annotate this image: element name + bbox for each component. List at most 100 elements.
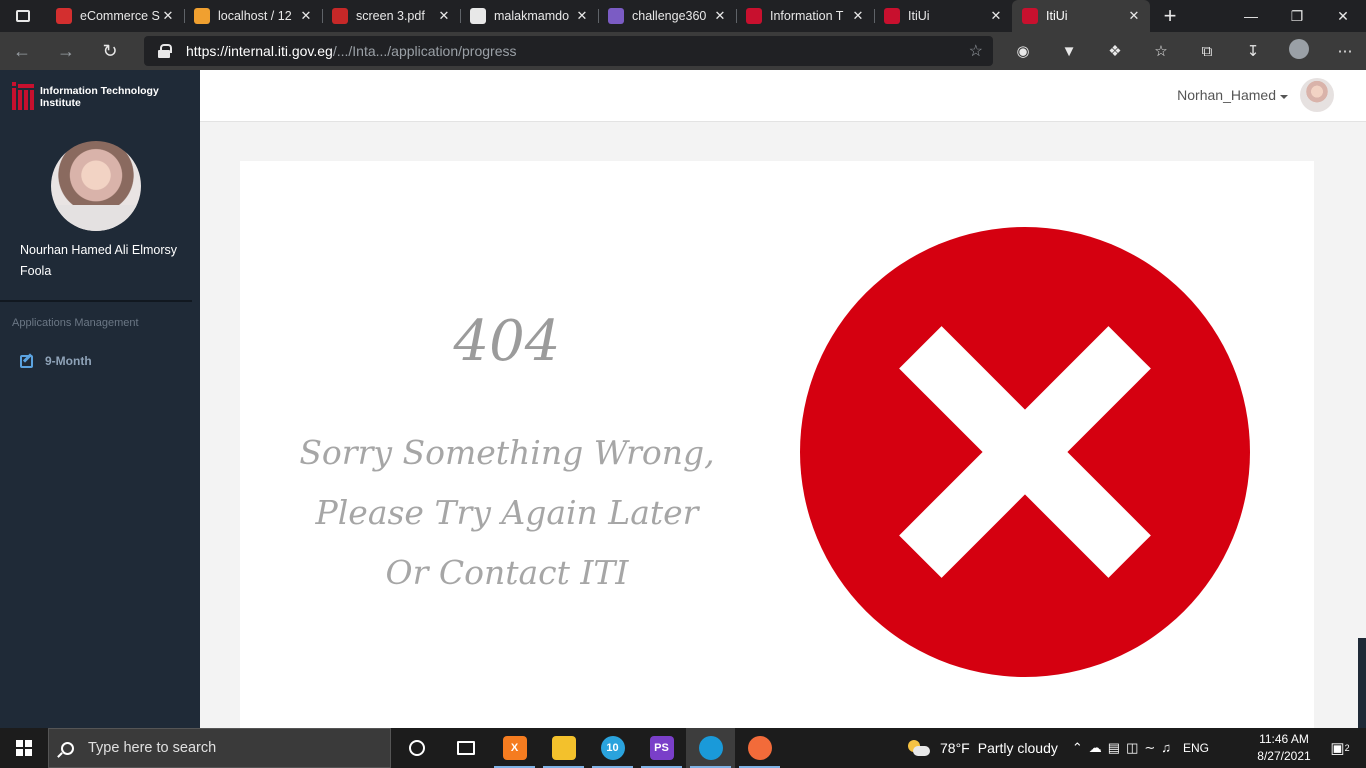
- close-tab-icon[interactable]: ✕: [988, 8, 1004, 24]
- favorites-icon[interactable]: ☆: [1138, 42, 1184, 60]
- browser-tab[interactable]: eCommerce S ✕: [46, 0, 184, 32]
- browser-tab[interactable]: ItiUi ✕: [874, 0, 1012, 32]
- header-avatar[interactable]: [1300, 78, 1334, 112]
- back-icon[interactable]: ←: [0, 41, 44, 62]
- taskbar-app[interactable]: [539, 728, 588, 768]
- iti-logo-icon: [10, 80, 36, 114]
- settings-more-icon[interactable]: ⋯: [1322, 42, 1366, 60]
- tab-title: ItiUi: [1046, 9, 1068, 23]
- taskbar-app[interactable]: PS: [637, 728, 686, 768]
- browser-tab[interactable]: localhost / 12 ✕: [184, 0, 322, 32]
- window-controls: — ❐ ✕: [1228, 0, 1366, 32]
- taskbar-app[interactable]: [392, 728, 441, 768]
- close-tab-icon[interactable]: ✕: [436, 8, 452, 24]
- add-favorite-icon[interactable]: ☆: [969, 41, 983, 61]
- tab-actions-icon: [16, 10, 30, 22]
- tab-title: localhost / 12: [218, 9, 292, 23]
- scrollbar[interactable]: [1358, 122, 1366, 728]
- error-card: 404 Sorry Something Wrong, Please Try Ag…: [240, 161, 1314, 728]
- close-tab-icon[interactable]: ✕: [574, 8, 590, 24]
- collections-icon[interactable]: ⧉: [1184, 43, 1230, 60]
- app-header: Norhan_Hamed: [200, 70, 1366, 122]
- caret-down-icon: [1280, 95, 1288, 99]
- tab-title: screen 3.pdf: [356, 9, 425, 23]
- tab-title: malakmamdo: [494, 9, 570, 23]
- taskbar-app[interactable]: [735, 728, 784, 768]
- tab-title: eCommerce S: [80, 9, 160, 23]
- address-bar[interactable]: https://internal.iti.gov.eg /.../Inta...…: [144, 36, 993, 66]
- sidebar-section-title: Applications Management: [12, 317, 139, 329]
- taskbar-app[interactable]: [686, 728, 735, 768]
- scrollbar-thumb[interactable]: [1358, 638, 1366, 728]
- minimize-icon[interactable]: —: [1228, 0, 1274, 32]
- brand-name: Information Technology Institute: [40, 85, 159, 109]
- partly-cloudy-icon[interactable]: [908, 740, 930, 756]
- browser-tab[interactable]: screen 3.pdf ✕: [322, 0, 460, 32]
- profile-icon[interactable]: [1276, 39, 1322, 63]
- taskbar-app[interactable]: X: [490, 728, 539, 768]
- iti-icon: [746, 8, 762, 24]
- clock[interactable]: 11:46 AM 8/27/2021: [1254, 731, 1314, 765]
- browser-tab[interactable]: ItiUi ✕: [1012, 0, 1150, 32]
- reload-icon[interactable]: ↻: [88, 41, 132, 62]
- youtube-icon: [56, 8, 72, 24]
- url-path: /.../Inta.../application/progress: [332, 43, 517, 59]
- url-host: https://internal.iti.gov.eg: [186, 43, 333, 59]
- telegram-icon: 10: [600, 736, 625, 760]
- system-tray: 78°F Partly cloudy ⌃☁▤◫∼♫ ENG: [908, 728, 1209, 768]
- browser-extensions: ◉ ▼ ❖ ☆ ⧉ ↧ ⋯: [1000, 32, 1366, 70]
- language-indicator[interactable]: ENG: [1183, 741, 1209, 755]
- edit-icon: [20, 354, 33, 368]
- avatar: [51, 141, 141, 231]
- close-tab-icon[interactable]: ✕: [712, 8, 728, 24]
- start-button[interactable]: [0, 728, 48, 768]
- extensions-puzzle-icon[interactable]: ❖: [1092, 42, 1138, 60]
- weather-desc[interactable]: Partly cloudy: [978, 740, 1058, 756]
- tab-title: challenge360: [632, 9, 707, 23]
- sidebar-divider: [0, 300, 192, 302]
- task-view-icon: [408, 740, 425, 756]
- user-menu[interactable]: Norhan_Hamed: [1177, 78, 1334, 112]
- taskbar-search-input[interactable]: [88, 740, 348, 756]
- browser-tab[interactable]: challenge360 ✕: [598, 0, 736, 32]
- notifications-icon[interactable]: ▣ 2: [1322, 728, 1358, 768]
- lock-icon[interactable]: [158, 44, 172, 58]
- taskbar-app[interactable]: [441, 728, 490, 768]
- browser-tab-strip: eCommerce S ✕ localhost / 12 ✕ screen 3.pdf ✕…: [0, 0, 1366, 32]
- browser-toolbar: ← → ↻ https://internal.iti.gov.eg /.../I…: [0, 32, 1366, 70]
- extension-record-icon[interactable]: ◉: [1000, 42, 1046, 60]
- browser-tab[interactable]: malakmamdo ✕: [460, 0, 598, 32]
- close-tab-icon[interactable]: ✕: [1126, 8, 1142, 24]
- iti-icon: [1022, 8, 1038, 24]
- notification-count: 2: [1344, 743, 1350, 753]
- taskbar-icon: [456, 741, 475, 755]
- tray-icons[interactable]: ⌃☁▤◫∼♫: [1072, 740, 1177, 756]
- brand-line-2: Institute: [40, 97, 81, 109]
- error-message: Sorry Something Wrong, Please Try Again …: [299, 433, 715, 592]
- tab-actions-button[interactable]: [0, 0, 46, 32]
- phpstorm-icon: PS: [649, 736, 674, 760]
- new-tab-button[interactable]: +: [1150, 0, 1190, 32]
- downloads-icon[interactable]: ↧: [1230, 42, 1276, 60]
- postman-icon: [747, 736, 772, 760]
- clock-date: 8/27/2021: [1257, 749, 1311, 763]
- pdf-icon: [332, 8, 348, 24]
- weather-temp[interactable]: 78°F: [940, 740, 970, 756]
- taskbar-apps: X 10 PS: [392, 728, 784, 768]
- close-tab-icon[interactable]: ✕: [850, 8, 866, 24]
- close-icon[interactable]: ✕: [1320, 0, 1366, 32]
- edge-icon: [698, 736, 723, 760]
- brand-line-1: Information Technology: [40, 85, 159, 97]
- close-tab-icon[interactable]: ✕: [160, 8, 176, 24]
- extension-vue-icon[interactable]: ▼: [1046, 43, 1092, 60]
- taskbar-app[interactable]: 10: [588, 728, 637, 768]
- username: Norhan_Hamed: [1177, 87, 1276, 103]
- close-tab-icon[interactable]: ✕: [298, 8, 314, 24]
- forward-icon[interactable]: →: [44, 41, 88, 62]
- sidebar-item-label: 9-Month: [45, 354, 92, 368]
- taskbar-search[interactable]: [48, 728, 391, 768]
- restore-icon[interactable]: ❐: [1274, 0, 1320, 32]
- sidebar-item-9-month[interactable]: 9-Month: [20, 354, 92, 368]
- browser-tab[interactable]: Information T ✕: [736, 0, 874, 32]
- brand[interactable]: Information Technology Institute: [10, 80, 159, 114]
